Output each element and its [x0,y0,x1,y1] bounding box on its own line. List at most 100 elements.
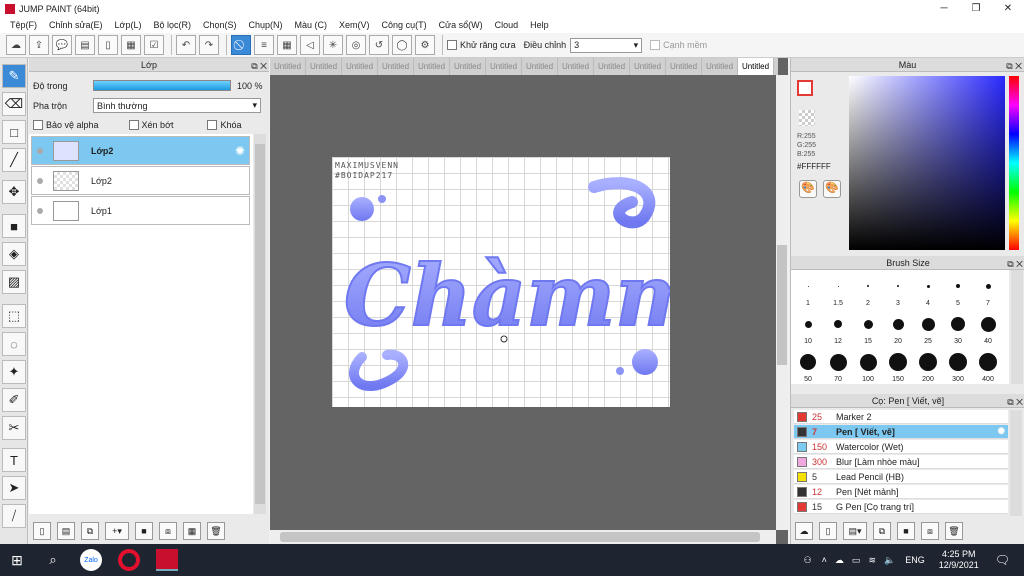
minimize-button[interactable]: ─ [928,0,960,17]
visibility-icon[interactable] [37,207,43,214]
parallel-ruler-icon[interactable]: ≡ [254,35,274,55]
brush-size-option[interactable]: 70 [823,348,853,384]
layer-item[interactable]: Lớp2 [31,166,250,195]
fill-rect-tool-icon[interactable]: ■ [2,214,26,238]
foreground-color-swatch[interactable] [797,80,813,96]
brush-size-option[interactable]: 5 [943,272,973,308]
brush-size-option[interactable]: 1 [793,272,823,308]
grid-ruler-icon[interactable]: ▦ [277,35,297,55]
panel-controls[interactable]: ⧉ ✕ [1007,395,1023,409]
saturation-value-picker[interactable] [849,76,1005,250]
brush-size-scrollbar[interactable] [1011,270,1023,384]
trash-icon[interactable]: 🗑 [945,522,963,540]
concentric-icon[interactable]: ◎ [346,35,366,55]
trash-icon[interactable]: 🗑 [207,522,225,540]
radial-icon[interactable]: ✳ [323,35,343,55]
tab-untitled[interactable]: Untitled [702,58,738,75]
tab-untitled[interactable]: Untitled [342,58,378,75]
curve-ruler-icon[interactable]: ↺ [369,35,389,55]
menu-color[interactable]: Màu (C) [289,20,334,30]
gradient-tool-icon[interactable]: ▨ [2,270,26,294]
brush-item[interactable]: 300 Blur [Làm nhòe màu] [794,455,1008,469]
lock-checkbox[interactable] [207,120,218,130]
tab-untitled[interactable]: Untitled [630,58,666,75]
menu-edit[interactable]: Chỉnh sửa(E) [43,20,109,30]
ellipse-ruler-icon[interactable]: ◯ [392,35,412,55]
layer-item[interactable]: Lớp1 [31,196,250,225]
menu-cloud[interactable]: Cloud [489,20,525,30]
brush-item[interactable]: 25 Marker 2 [794,410,1008,424]
brush-size-option[interactable]: 200 [913,348,943,384]
line-tool-icon[interactable]: ╱ [2,148,26,172]
brush-size-option[interactable]: 3 [883,272,913,308]
panel-controls[interactable]: ⧉ ✕ [1006,59,1022,73]
jumppaint-app-icon[interactable] [156,549,178,571]
brush-size-option[interactable]: 25 [913,310,943,346]
tab-untitled[interactable]: Untitled [450,58,486,75]
brush-size-option[interactable]: 300 [943,348,973,384]
maximize-button[interactable]: ❐ [960,0,992,17]
checklist-icon[interactable]: ☑ [144,35,164,55]
brush-size-option[interactable]: 100 [853,348,883,384]
page-icon[interactable]: ▯ [98,35,118,55]
menu-layer[interactable]: Lớp(L) [109,20,148,30]
transparent-swatch[interactable] [799,110,815,126]
brush-size-option[interactable]: 400 [973,348,1003,384]
magic-wand-icon[interactable]: ✦ [2,360,26,384]
scroll-thumb[interactable] [777,245,787,365]
new-brush-icon[interactable]: ▯ [819,522,837,540]
cloud-download-icon[interactable]: ☁ [795,522,813,540]
eraser-tool-icon[interactable]: ⌫ [2,92,26,116]
opera-app-icon[interactable] [118,549,140,571]
vertical-scrollbar[interactable] [776,75,788,530]
antialias-checkbox[interactable] [447,40,457,50]
scroll-thumb[interactable] [255,144,265,504]
chat-icon[interactable]: ▤ [75,35,95,55]
tab-untitled[interactable]: Untitled [270,58,306,75]
menu-help[interactable]: Help [524,20,555,30]
visibility-icon[interactable] [37,177,43,184]
scroll-thumb[interactable] [280,532,760,542]
close-button[interactable]: ✕ [992,0,1024,17]
brush-size-option[interactable]: 20 [883,310,913,346]
brush-list-scrollbar[interactable] [1010,410,1022,516]
brush-item[interactable]: 5 Lead Pencil (HB) [794,470,1008,484]
visibility-icon[interactable] [37,147,43,154]
tab-untitled[interactable]: Untitled [306,58,342,75]
layer-item[interactable]: Lớp2 ✺ [31,136,250,165]
folder-icon[interactable]: ■ [135,522,153,540]
menu-view[interactable]: Xem(V) [333,20,376,30]
volume-icon[interactable]: 🔈 [884,555,895,566]
panel-controls[interactable]: ⧉ ✕ [251,59,267,73]
brush-size-option[interactable]: 12 [823,310,853,346]
notification-icon[interactable]: 🗨 [995,553,1010,567]
brush-size-option[interactable]: 4 [913,272,943,308]
copy-brush-icon[interactable]: ⧉ [873,522,891,540]
layer-scrollbar[interactable] [254,134,266,514]
battery-icon[interactable]: ▭ [852,555,861,566]
tab-untitled[interactable]: Untitled [666,58,702,75]
rect-select-icon[interactable]: ⬚ [2,304,26,328]
new-layer-copy-icon[interactable]: ▤ [57,522,75,540]
rect-tool-icon[interactable]: □ [2,120,26,144]
tab-untitled-active[interactable]: Untitled [738,58,774,75]
upload-icon[interactable]: ⇪ [29,35,49,55]
tab-untitled[interactable]: Untitled [414,58,450,75]
horizontal-scrollbar[interactable] [270,530,776,544]
gear-icon[interactable]: ✺ [235,144,245,158]
flatten-icon[interactable]: ▦ [183,522,201,540]
panel-icon[interactable]: ▦ [121,35,141,55]
zalo-app-icon[interactable]: Zalo [80,549,102,571]
brush-size-option[interactable]: 150 [883,348,913,384]
brush-size-option[interactable]: 40 [973,310,1003,346]
lasso-select-icon[interactable]: ◌ [2,332,26,356]
chevron-up-icon[interactable]: ˄ [822,555,827,565]
add-layer-menu-icon[interactable]: +▾ [105,522,129,540]
protect-alpha-checkbox[interactable] [33,120,43,130]
brush-size-option[interactable]: 30 [943,310,973,346]
wifi-icon[interactable]: ≋ [868,555,876,566]
move-tool-icon[interactable]: ✥ [2,180,26,204]
menu-capture[interactable]: Chụp(N) [243,20,289,30]
redo-icon[interactable]: ↷ [199,35,219,55]
select-eraser-icon[interactable]: ✂ [2,416,26,440]
